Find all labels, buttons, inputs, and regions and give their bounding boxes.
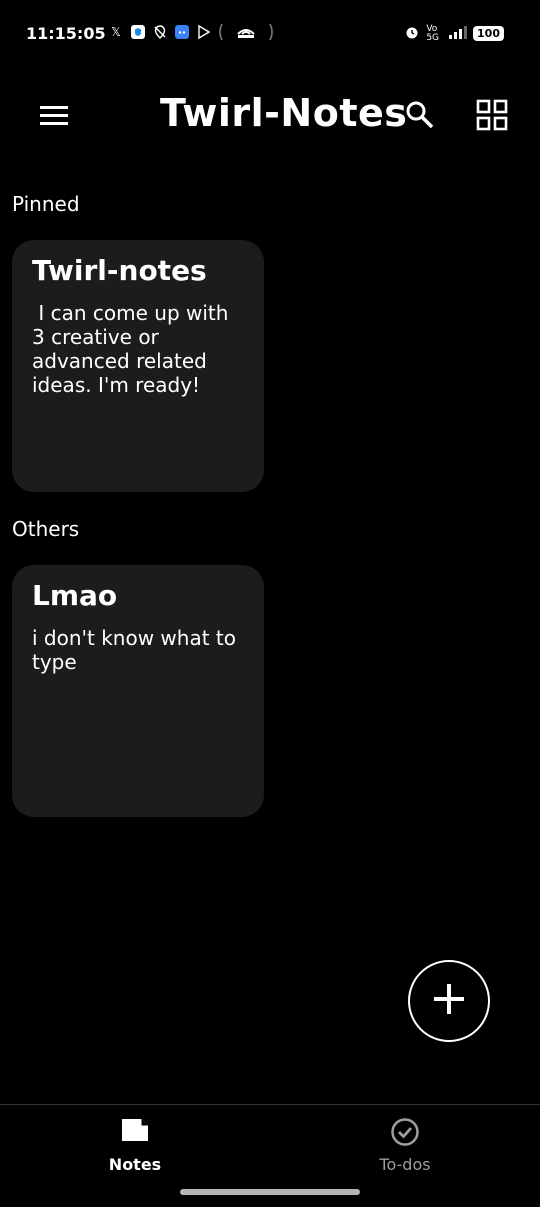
status-time: 11:15:05 (26, 24, 106, 43)
shield-app-icon (130, 24, 146, 40)
battery-indicator: 100 (473, 26, 504, 41)
system-status-icons: Vo 5G 100 (404, 24, 504, 43)
add-note-button[interactable] (408, 960, 490, 1042)
notification-icons: 𝕏 (108, 23, 274, 41)
discord-app-icon (174, 24, 190, 40)
note-card[interactable]: Lmao i don't know what to type (12, 565, 264, 817)
others-section-label: Others (12, 517, 80, 541)
pinned-section-label: Pinned (12, 192, 80, 216)
note-icon (120, 1119, 150, 1147)
note-card[interactable]: Twirl-notes I can come up with 3 creativ… (12, 240, 264, 492)
nav-tab-notes[interactable]: Notes (65, 1117, 205, 1174)
note-body: i don't know what to type (32, 626, 243, 674)
nav-label-todos: To-dos (379, 1155, 431, 1174)
grid-view-icon[interactable] (476, 99, 508, 131)
check-circle-icon (390, 1118, 420, 1151)
play-store-icon (196, 24, 212, 40)
alarm-icon (404, 24, 420, 43)
note-title: Twirl-notes (32, 254, 207, 287)
nav-label-notes: Notes (108, 1155, 162, 1174)
menu-icon[interactable] (38, 99, 70, 131)
nav-tab-todos[interactable]: To-dos (335, 1117, 475, 1174)
hotspot-icon (218, 23, 274, 41)
status-bar: 11:15:05 𝕏 Vo 5G 100 (0, 0, 540, 70)
x-app-icon: 𝕏 (111, 25, 121, 39)
app-bar: Twirl-Notes (0, 85, 540, 145)
app-title: Twirl-Notes (160, 91, 408, 135)
note-title: Lmao (32, 579, 118, 612)
gesture-home-bar[interactable] (180, 1189, 360, 1195)
signal-icon (445, 24, 468, 43)
location-off-icon (152, 24, 168, 40)
volte-icon: Vo 5G (426, 23, 440, 43)
plus-icon (431, 981, 467, 1021)
note-body: I can come up with 3 creative or advance… (32, 301, 235, 397)
search-icon[interactable] (404, 99, 436, 131)
